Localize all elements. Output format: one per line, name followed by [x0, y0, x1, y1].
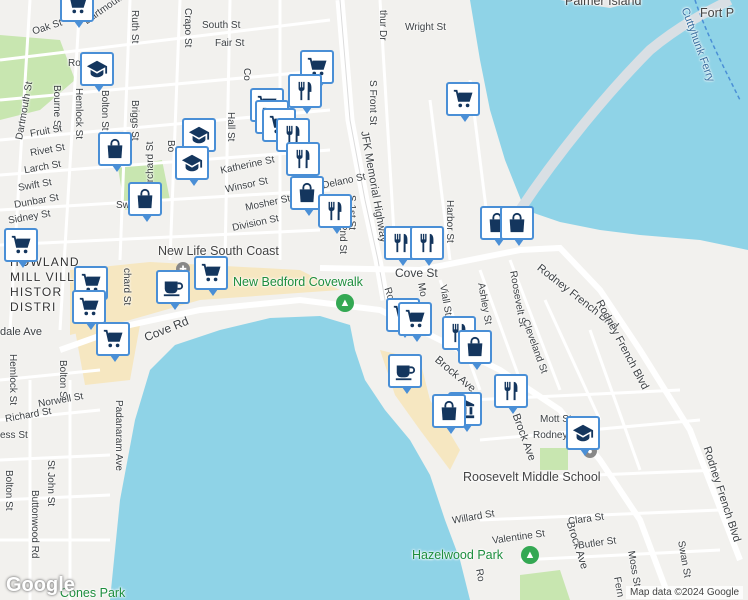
street-buttonwood-rd: Buttonwood Rd [29, 490, 40, 559]
park-poi-icon[interactable]: ▲ [336, 294, 354, 312]
shopping-bag-icon [441, 400, 457, 421]
street-mo-st: Mo [415, 282, 429, 298]
street-chard-st: chard St [121, 268, 132, 306]
school-marker[interactable] [175, 146, 209, 186]
school-marker[interactable] [566, 416, 600, 456]
shopping-bag-marker[interactable] [128, 182, 162, 222]
hazelwood-park-poi-icon[interactable]: ▲ [521, 546, 539, 564]
shopping-bag-icon [107, 138, 123, 159]
shopping-cart-icon [70, 0, 87, 14]
shopping-cart-marker[interactable] [194, 256, 228, 296]
restaurant-marker[interactable] [318, 194, 352, 234]
street-rodney-st: Rodney [533, 430, 568, 441]
restaurant-marker[interactable] [410, 226, 444, 266]
street-co-st: Co [241, 68, 252, 81]
street-cove-st: Cove St [395, 266, 438, 280]
hazelwood-park-label[interactable]: Hazelwood Park [412, 548, 503, 562]
cafe-marker[interactable] [388, 354, 422, 394]
school-icon [181, 154, 203, 172]
street-harbor-st: Harbor St [444, 200, 455, 243]
restaurant-icon [504, 381, 518, 401]
street-bolton-st-low: Bolton St [3, 470, 14, 511]
school-icon [86, 60, 108, 78]
map-view[interactable]: Palmer Island Fort P Cuttyhunk Ferry Sou… [0, 0, 748, 600]
shopping-cart-icon [405, 309, 425, 328]
cafe-icon [395, 365, 416, 381]
cafe-marker[interactable] [156, 270, 190, 310]
fort-phoenix-label: Fort P [700, 6, 735, 20]
shopping-bag-marker[interactable] [458, 330, 492, 370]
street-wright-st: Wright St [405, 22, 446, 33]
street-hall-st: Hall St [225, 112, 236, 142]
shopping-cart-marker[interactable] [446, 82, 480, 122]
restaurant-icon [296, 149, 310, 169]
street-s-front-st: S Front St [367, 80, 378, 126]
restaurant-marker[interactable] [494, 374, 528, 414]
shopping-cart-icon [453, 89, 473, 108]
shopping-cart-icon [103, 329, 123, 348]
shopping-cart-marker[interactable] [60, 0, 94, 28]
palmer-island-label: Palmer Island [565, 0, 642, 8]
street-ess-st: ess St [0, 430, 28, 441]
street-padanaram-ave: Padanaram Ave [113, 400, 124, 471]
shopping-cart-icon [79, 297, 99, 316]
shopping-cart-icon [11, 235, 31, 254]
street-bolton-st: Bolton St [99, 90, 110, 131]
restaurant-marker[interactable] [286, 142, 320, 182]
shopping-bag-icon [509, 212, 525, 233]
street-st-john-st: St John St [45, 460, 56, 507]
map-attribution[interactable]: Map data ©2024 Google [626, 586, 744, 599]
restaurant-icon [298, 81, 312, 101]
historic-line-3: HISTOR [10, 285, 63, 299]
shopping-cart-marker[interactable] [4, 228, 38, 268]
shopping-bag-marker[interactable] [500, 206, 534, 246]
historic-line-4: DISTRI [10, 300, 57, 314]
shopping-cart-marker[interactable] [96, 322, 130, 362]
restaurant-icon [420, 233, 434, 253]
roosevelt-ms-label[interactable]: Roosevelt Middle School [463, 470, 601, 484]
historic-line-2: MILL VILL [10, 270, 76, 284]
school-marker[interactable] [80, 52, 114, 92]
street-crapo-st: Crapo St [182, 8, 193, 48]
street-ruth-st: Ruth St [129, 10, 140, 44]
shopping-cart-icon [201, 263, 221, 282]
shopping-bag-icon [137, 188, 153, 209]
restaurant-marker[interactable] [288, 74, 322, 114]
street-fair-st: Fair St [215, 38, 245, 49]
google-logo[interactable]: Google [6, 574, 75, 597]
street-south-st: South St [202, 20, 241, 31]
street-hemlock-st: Hemlock St [73, 88, 84, 140]
cafe-icon [163, 281, 184, 297]
shopping-bag-icon [467, 336, 483, 357]
shopping-bag-icon [299, 182, 315, 203]
street-arthur-dr: thur Dr [377, 10, 388, 41]
street-hemlock-st-south: Hemlock St [7, 354, 18, 406]
shopping-bag-marker[interactable] [432, 394, 466, 434]
shopping-cart-marker[interactable] [72, 290, 106, 330]
shopping-bag-marker[interactable] [98, 132, 132, 172]
street-rodney-bottom: Ro [473, 568, 487, 583]
street-dale-ave: dale Ave [0, 326, 43, 338]
street-ro-st: Ro [68, 58, 81, 69]
shopping-cart-marker[interactable] [398, 302, 432, 342]
covewalk-label[interactable]: New Bedford Covewalk [233, 275, 363, 289]
school-icon [572, 424, 594, 442]
school-icon [188, 126, 210, 144]
restaurant-icon [328, 201, 342, 221]
restaurant-icon [394, 233, 408, 253]
